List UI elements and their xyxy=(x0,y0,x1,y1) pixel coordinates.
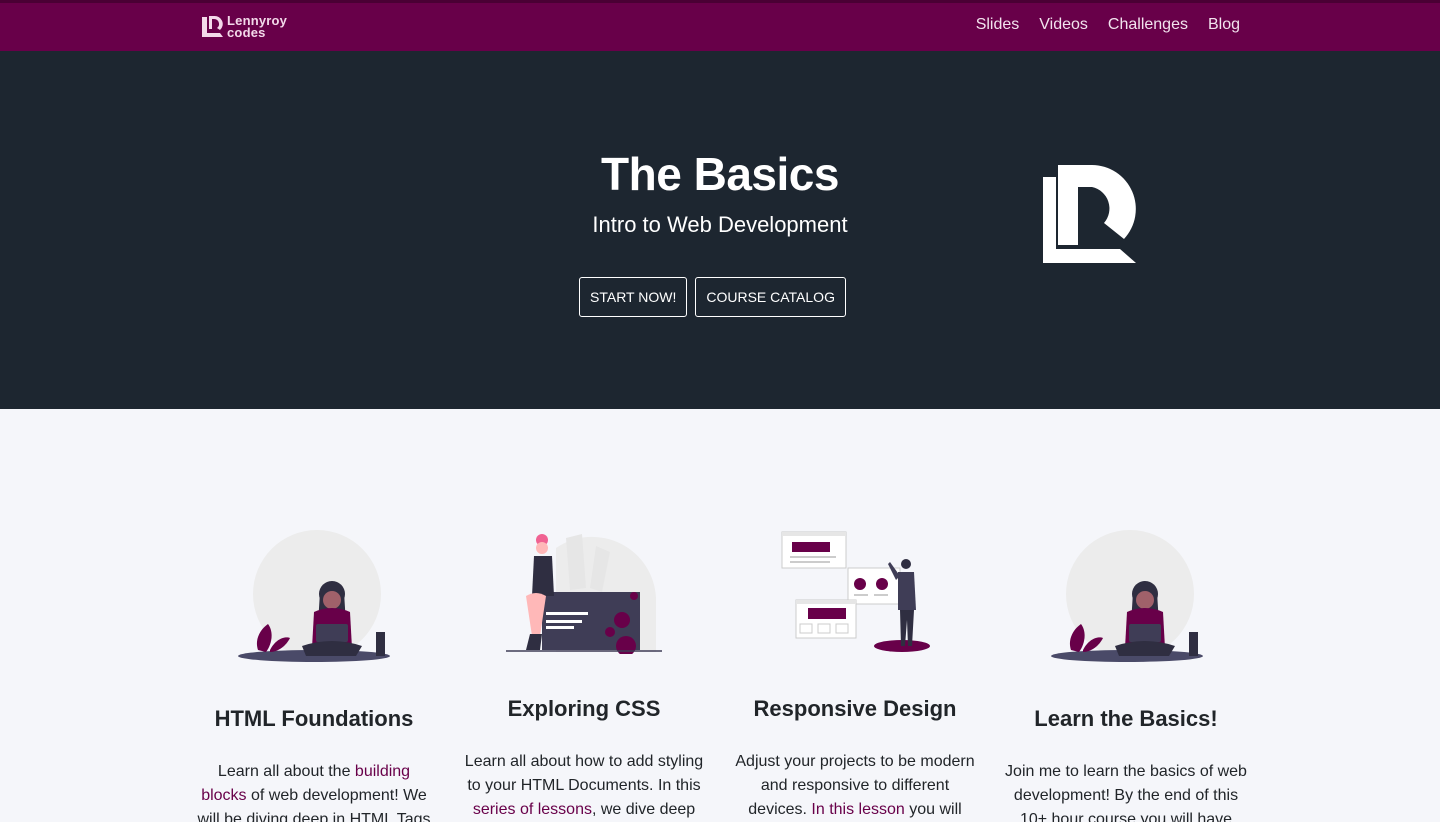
nav-link-videos[interactable]: Videos xyxy=(1039,16,1088,34)
top-navbar: Lennyroy codes Slides Videos Challenges … xyxy=(0,0,1440,51)
hero-logo-icon xyxy=(1043,165,1136,263)
nav-link-blog[interactable]: Blog xyxy=(1208,16,1240,34)
card-text-after: you will xyxy=(904,801,962,818)
brand-logo[interactable]: Lennyroy codes xyxy=(200,14,287,40)
card-text-before: Join me to learn the basics of web devel… xyxy=(1005,763,1247,822)
card-learn-the-basics: Learn the Basics! Join me to learn the b… xyxy=(1001,706,1251,822)
card-html-foundations: HTML Foundations Learn all about the bui… xyxy=(189,706,439,822)
card-description: Learn all about how to add styling to yo… xyxy=(459,750,709,822)
card-description: Join me to learn the basics of web devel… xyxy=(1001,760,1251,822)
woman-laptop-illustration xyxy=(238,530,390,662)
nav-link-challenges[interactable]: Challenges xyxy=(1108,16,1188,34)
card-title: HTML Foundations xyxy=(214,706,414,731)
card-description: Learn all about the building blocks of w… xyxy=(189,760,439,822)
hero-title: The Basics xyxy=(601,148,839,200)
card-text-after: , we dive deep xyxy=(591,801,696,818)
brand-wordmark: Lennyroy codes xyxy=(227,14,287,40)
card-title: Exploring CSS xyxy=(507,696,661,721)
woman-laptop-illustration xyxy=(1051,530,1203,662)
hero-subtitle: Intro to Web Development xyxy=(592,212,848,237)
card-description: Adjust your projects to be modern and re… xyxy=(730,750,980,822)
start-now-button[interactable]: START NOW! xyxy=(579,277,688,317)
card-title: Responsive Design xyxy=(753,696,957,721)
man-wireframes-illustration xyxy=(781,531,930,652)
card-text-before: Learn all about the xyxy=(217,763,355,780)
card-text-before: Learn all about how to add styling to yo… xyxy=(464,753,704,794)
nav-link-slides[interactable]: Slides xyxy=(976,16,1020,34)
nav-links: Slides Videos Challenges Blog xyxy=(976,16,1240,34)
in-this-lesson-link[interactable]: In this lesson xyxy=(811,801,904,818)
hero-buttons: START NOW! COURSE CATALOG xyxy=(579,277,846,317)
card-exploring-css: Exploring CSS Learn all about how to add… xyxy=(459,696,709,822)
brand-logo-icon xyxy=(202,15,223,37)
card-responsive-design: Responsive Design Adjust your projects t… xyxy=(730,696,980,822)
course-catalog-button[interactable]: COURSE CATALOG xyxy=(695,277,846,317)
card-title: Learn the Basics! xyxy=(1034,706,1218,731)
brand-line-2: codes xyxy=(227,25,266,40)
series-of-lessons-link[interactable]: series of lessons xyxy=(473,801,592,818)
woman-code-editor-illustration xyxy=(506,534,662,654)
hero-section: The Basics Intro to Web Development STAR… xyxy=(0,51,1440,409)
